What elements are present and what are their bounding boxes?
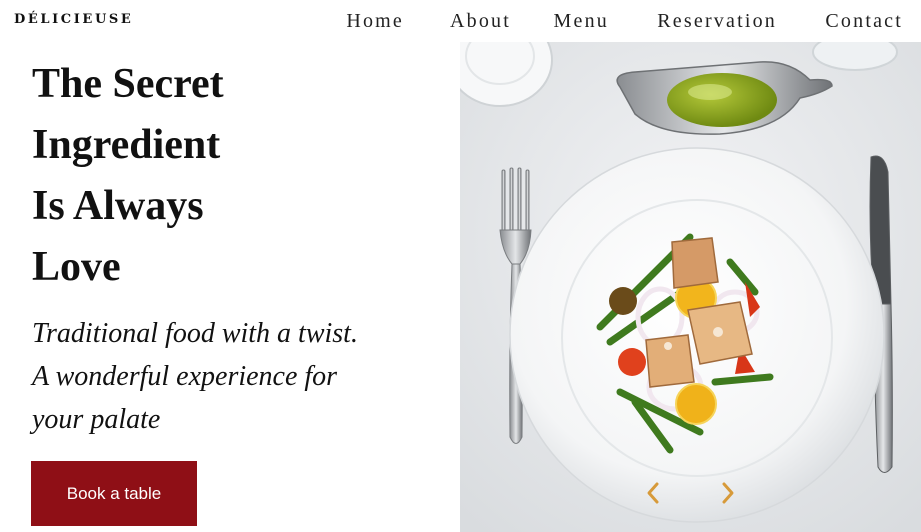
hero-title-line: Love — [32, 244, 121, 290]
hero-title-line: The Secret — [32, 61, 224, 107]
nav-about[interactable]: About — [450, 10, 511, 33]
hero-title: The Secret Ingredient Is Always Love — [32, 54, 452, 298]
hero-subtitle-line: Traditional food with a twist. — [32, 318, 358, 349]
hero-subtitle-line: A wonderful experience for — [32, 361, 338, 392]
hero-title-line: Ingredient — [32, 122, 221, 168]
slider-next-button[interactable] — [716, 478, 740, 508]
hero-food-image — [460, 42, 921, 532]
nav-home[interactable]: Home — [346, 10, 404, 33]
hero-subtitle-line: your palate — [32, 404, 161, 435]
book-table-button[interactable]: Book a table — [31, 461, 197, 526]
hero-subtitle: Traditional food with a twist. A wonderf… — [32, 312, 452, 441]
nav-menu[interactable]: Menu — [554, 10, 609, 33]
chevron-left-icon — [647, 482, 659, 504]
food-plate-illustration — [460, 42, 921, 532]
nav-reservation[interactable]: Reservation — [657, 10, 777, 33]
chevron-right-icon — [722, 482, 734, 504]
hero-title-line: Is Always — [32, 183, 204, 229]
nav-contact[interactable]: Contact — [825, 10, 903, 33]
brand-logo[interactable]: DÉLICIEUSE — [14, 12, 133, 27]
slider-prev-button[interactable] — [641, 478, 665, 508]
